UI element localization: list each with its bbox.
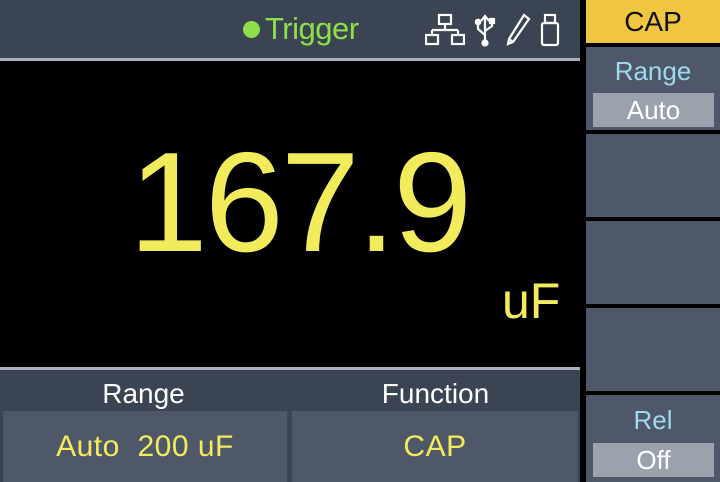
softkey-range-value: Auto <box>593 93 714 127</box>
trigger-indicator: Trigger <box>243 11 359 46</box>
network-icon <box>425 13 465 47</box>
softkey-rel-value: Off <box>593 443 714 477</box>
trigger-label: Trigger <box>265 11 359 46</box>
measurement-reading: 167.9 <box>128 123 472 282</box>
trigger-status-dot <box>243 20 260 38</box>
range-value: Auto 200 uF <box>3 411 287 482</box>
status-icons <box>425 12 560 48</box>
pen-icon <box>505 13 531 47</box>
softkey-2-button[interactable] <box>586 134 720 217</box>
softkey-rel-label: Rel <box>633 405 673 435</box>
usb-drive-icon <box>540 13 560 47</box>
measurement-unit: uF <box>502 273 561 329</box>
range-header: Range <box>102 378 185 409</box>
usb-icon <box>474 13 496 47</box>
softkey-range-label: Range <box>614 56 692 86</box>
function-header: Function <box>381 378 490 409</box>
softkey-menu-title: CAP <box>586 0 720 43</box>
softkey-4-button[interactable] <box>586 308 720 391</box>
softkey-3-button[interactable] <box>586 221 720 304</box>
function-value: CAP <box>292 411 578 482</box>
